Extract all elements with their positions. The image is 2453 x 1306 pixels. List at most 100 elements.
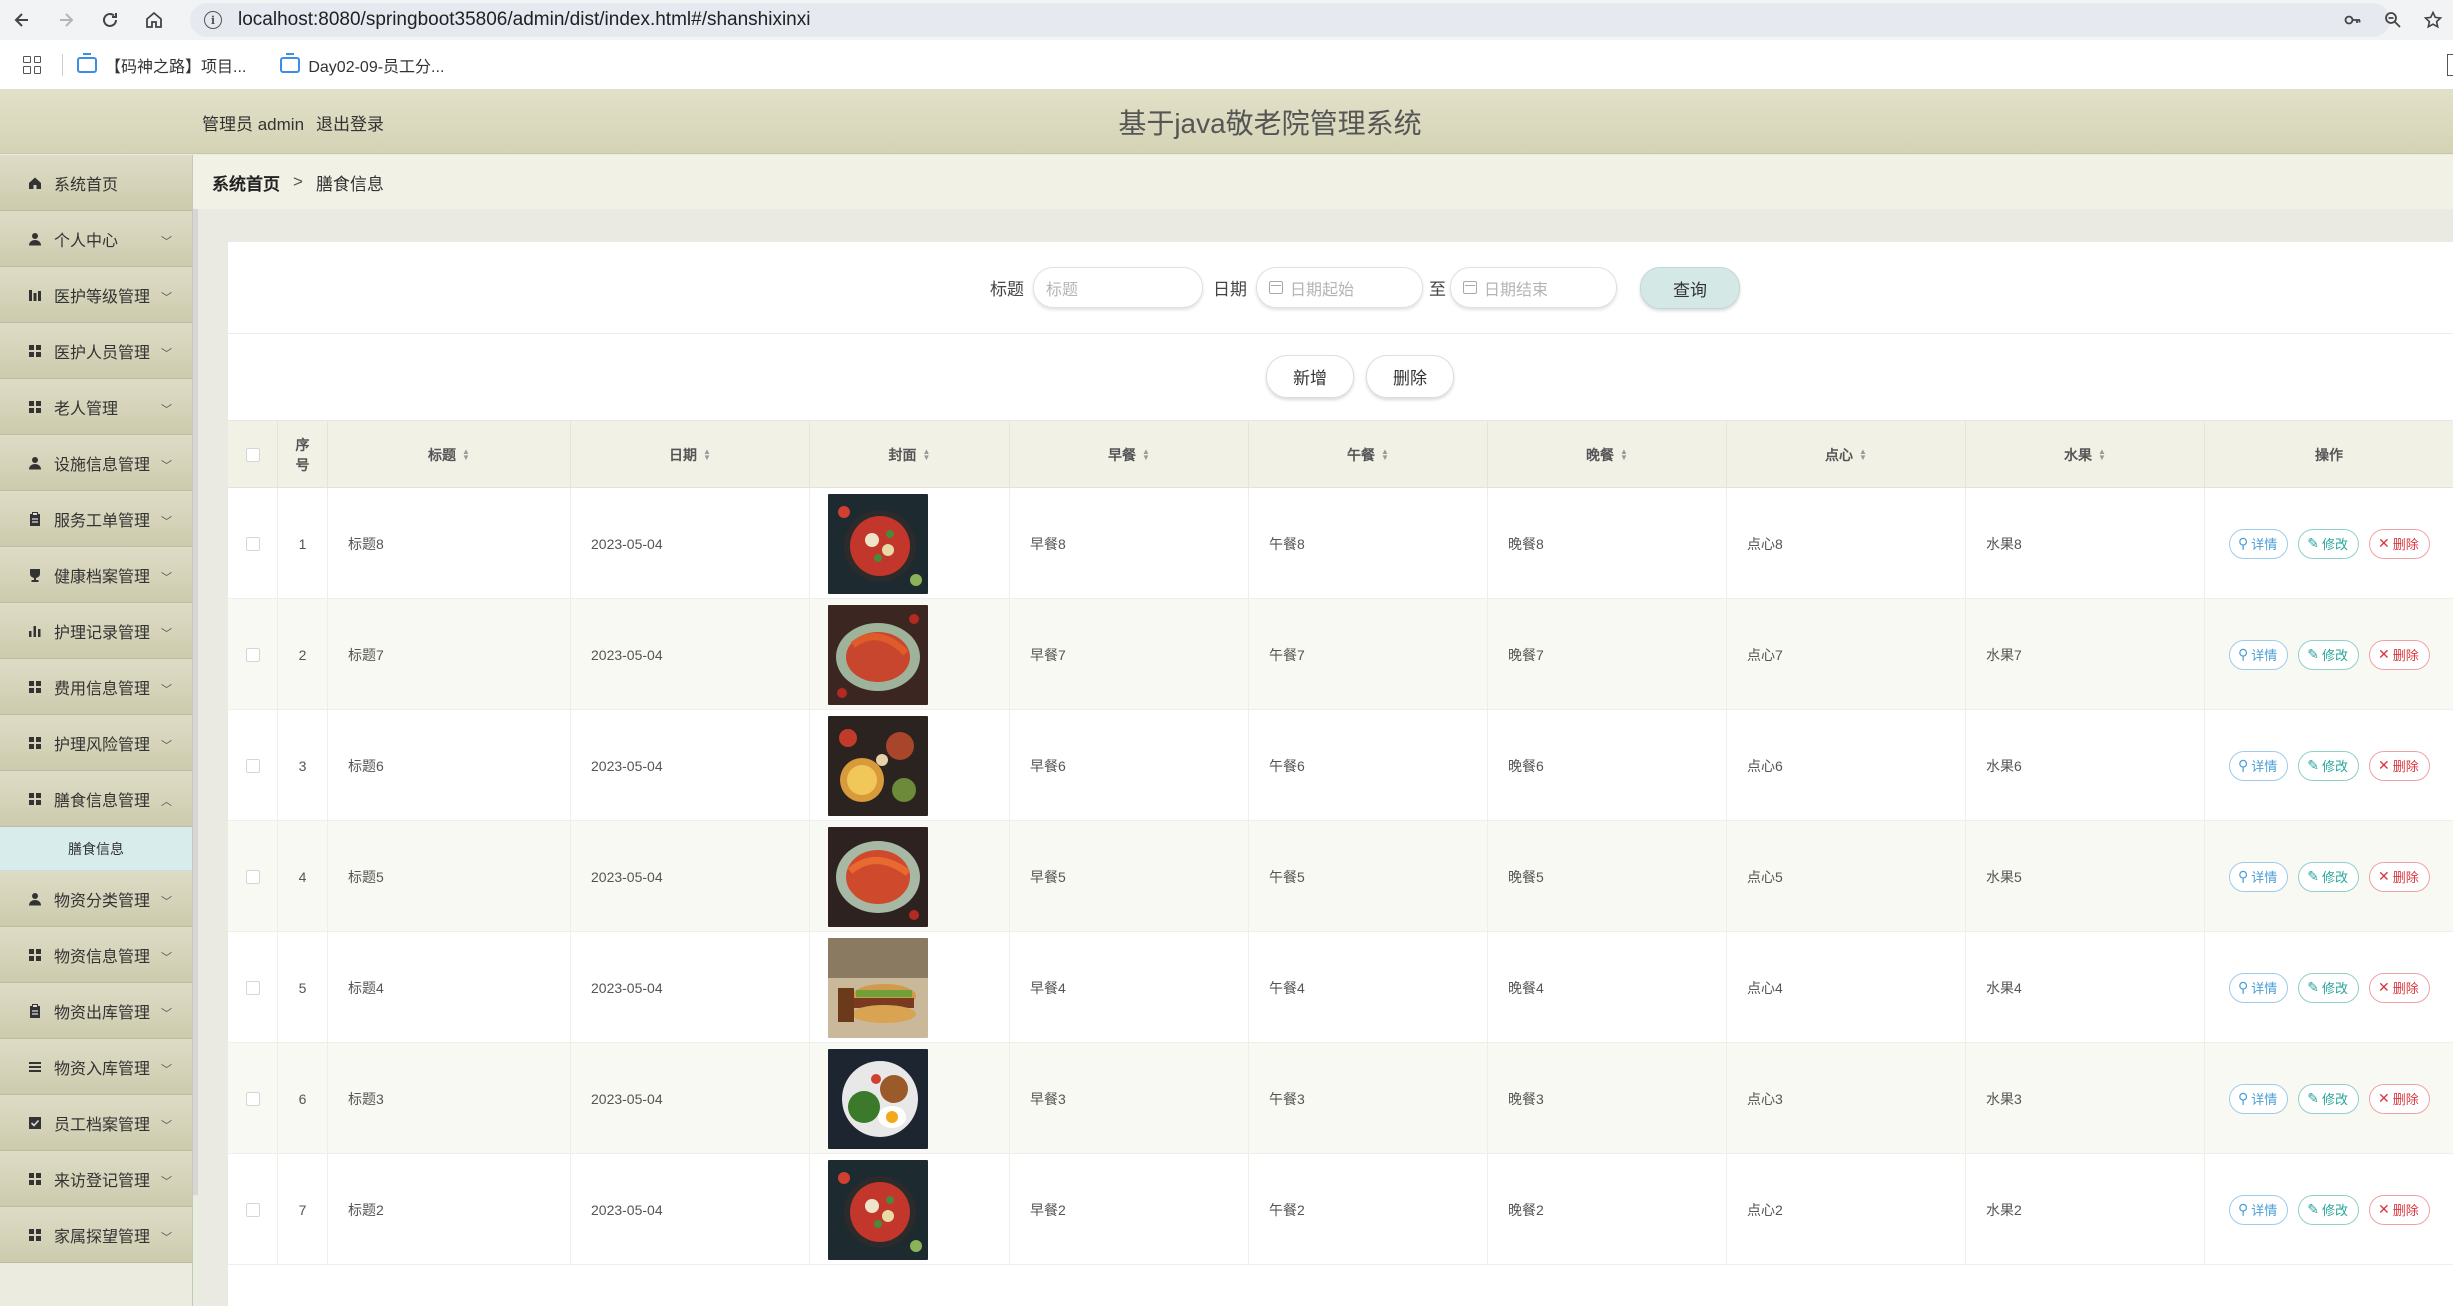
back-arrow-icon[interactable] — [0, 0, 44, 40]
col-ops-label: 操作 — [2315, 447, 2343, 463]
row-checkbox[interactable] — [245, 1091, 260, 1106]
sidebar-item[interactable]: 家属探望管理 ﹀ — [0, 1207, 192, 1263]
cover-image[interactable] — [828, 604, 928, 705]
delete-button[interactable]: ✕ 删除 — [2369, 1194, 2430, 1225]
zoom-icon[interactable] — [2373, 0, 2413, 40]
sidebar-subitem-meal-info[interactable]: 膳食信息 — [0, 827, 192, 871]
sidebar-item-label: 系统首页 — [54, 176, 119, 194]
detail-button[interactable]: ⚲ 详情 — [2229, 1083, 2289, 1114]
edit-button[interactable]: ✎ 修改 — [2298, 972, 2360, 1003]
delete-button[interactable]: ✕ 删除 — [2369, 1083, 2430, 1114]
lunch-cell: 午餐6 — [1249, 710, 1488, 821]
breadcrumb-home[interactable]: 系统首页 — [212, 170, 280, 195]
col-date[interactable]: 日期 ▲ ▼ — [571, 421, 810, 489]
delete-selected-button[interactable]: 删除 — [1366, 355, 1454, 398]
delete-button[interactable]: ✕ 删除 — [2369, 861, 2430, 892]
sidebar-item[interactable]: 护理记录管理 ﹀ — [0, 603, 192, 659]
apps-grid-icon[interactable] — [18, 51, 46, 79]
lunch-cell: 午餐4 — [1249, 932, 1488, 1043]
delete-button[interactable]: ✕ 删除 — [2369, 639, 2430, 670]
bookmark-item[interactable]: Day02-09-员工分... — [280, 52, 444, 77]
edit-button[interactable]: ✎ 修改 — [2298, 861, 2360, 892]
sort-icon[interactable]: ▲ ▼ — [1142, 448, 1150, 462]
sidebar-item[interactable]: 健康档案管理 ﹀ — [0, 547, 192, 603]
cover-image[interactable] — [828, 1159, 928, 1260]
cover-image[interactable] — [828, 937, 928, 1038]
sort-icon[interactable]: ▲ ▼ — [1620, 448, 1628, 462]
select-all-checkbox[interactable] — [245, 448, 260, 462]
add-button[interactable]: 新增 — [1266, 355, 1354, 398]
date-start-input[interactable]: 日期起始 — [1256, 267, 1423, 308]
sidebar-item[interactable]: 物资分类管理 ﹀ — [0, 871, 192, 927]
detail-button[interactable]: ⚲ 详情 — [2229, 861, 2289, 892]
col-fruit[interactable]: 水果 ▲ ▼ — [1966, 421, 2205, 489]
sort-icon[interactable]: ▲ ▼ — [2098, 448, 2106, 462]
bookmark-item[interactable]: 【码神之路】项目... — [77, 52, 246, 77]
address-bar[interactable]: i localhost:8080/springboot35806/admin/d… — [190, 3, 2390, 37]
detail-button[interactable]: ⚲ 详情 — [2229, 750, 2289, 781]
sort-icon[interactable]: ▲ ▼ — [1859, 448, 1867, 462]
sidebar-item[interactable]: 物资信息管理 ﹀ — [0, 927, 192, 983]
sidebar-item[interactable]: 物资入库管理 ﹀ — [0, 1039, 192, 1095]
delete-button[interactable]: ✕ 删除 — [2369, 972, 2430, 1003]
date-end-input[interactable]: 日期结束 — [1450, 267, 1617, 308]
sidebar-item[interactable]: 医护等级管理 ﹀ — [0, 267, 192, 323]
query-button[interactable]: 查询 — [1640, 267, 1740, 309]
cover-image[interactable] — [828, 826, 928, 927]
sidebar-item[interactable]: 膳食信息管理 ︿ — [0, 771, 192, 827]
sidebar-item[interactable]: 系统首页 — [0, 155, 192, 211]
cup-icon — [28, 568, 42, 582]
cover-image[interactable] — [828, 715, 928, 816]
home-nav-icon[interactable] — [132, 0, 176, 40]
edit-button[interactable]: ✎ 修改 — [2298, 528, 2360, 559]
forward-arrow-icon[interactable] — [44, 0, 88, 40]
sidebar-item[interactable]: 物资出库管理 ﹀ — [0, 983, 192, 1039]
sidebar-item[interactable]: 个人中心 ﹀ — [0, 211, 192, 267]
sidebar-item[interactable]: 费用信息管理 ﹀ — [0, 659, 192, 715]
row-checkbox[interactable] — [245, 980, 260, 995]
col-cover[interactable]: 封面 ▲ ▼ — [810, 421, 1010, 489]
reload-icon[interactable] — [88, 0, 132, 40]
col-lunch[interactable]: 午餐 ▲ ▼ — [1249, 421, 1488, 489]
delete-button[interactable]: ✕ 删除 — [2369, 750, 2430, 781]
edit-button[interactable]: ✎ 修改 — [2298, 1083, 2360, 1114]
bookmarks-overflow-icon[interactable] — [2447, 54, 2453, 76]
sort-icon[interactable]: ▲ ▼ — [703, 448, 711, 462]
detail-label: 详情 — [2251, 981, 2278, 996]
sidebar-item[interactable]: 设施信息管理 ﹀ — [0, 435, 192, 491]
row-checkbox[interactable] — [245, 869, 260, 884]
edit-button[interactable]: ✎ 修改 — [2298, 750, 2360, 781]
sidebar-item[interactable]: 护理风险管理 ﹀ — [0, 715, 192, 771]
col-breakfast[interactable]: 早餐 ▲ ▼ — [1010, 421, 1249, 489]
edit-button[interactable]: ✎ 修改 — [2298, 639, 2360, 670]
sort-icon[interactable]: ▲ ▼ — [923, 448, 931, 462]
col-snack[interactable]: 点心 ▲ ▼ — [1727, 421, 1966, 489]
detail-button[interactable]: ⚲ 详情 — [2229, 972, 2289, 1003]
star-icon[interactable] — [2413, 0, 2453, 40]
detail-button[interactable]: ⚲ 详情 — [2229, 639, 2289, 670]
edit-label: 修改 — [2322, 759, 2349, 774]
sidebar-item-label: 家属探望管理 — [54, 1228, 151, 1246]
sidebar-item[interactable]: 老人管理 ﹀ — [0, 379, 192, 435]
sidebar-item[interactable]: 医护人员管理 ﹀ — [0, 323, 192, 379]
title-search-input[interactable]: 标题 — [1033, 267, 1203, 308]
row-checkbox[interactable] — [245, 536, 260, 551]
sort-icon[interactable]: ▲ ▼ — [462, 448, 470, 462]
cover-image[interactable] — [828, 1048, 928, 1149]
row-checkbox[interactable] — [245, 1202, 260, 1217]
cover-image[interactable] — [828, 493, 928, 594]
detail-button[interactable]: ⚲ 详情 — [2229, 1194, 2289, 1225]
col-title[interactable]: 标题 ▲ ▼ — [328, 421, 571, 489]
col-dinner[interactable]: 晚餐 ▲ ▼ — [1488, 421, 1727, 489]
key-icon[interactable] — [2333, 0, 2373, 40]
site-info-icon[interactable]: i — [204, 11, 222, 29]
delete-button[interactable]: ✕ 删除 — [2369, 528, 2430, 559]
sidebar-item[interactable]: 员工档案管理 ﹀ — [0, 1095, 192, 1151]
edit-button[interactable]: ✎ 修改 — [2298, 1194, 2360, 1225]
sidebar-item[interactable]: 服务工单管理 ﹀ — [0, 491, 192, 547]
row-checkbox[interactable] — [245, 758, 260, 773]
detail-button[interactable]: ⚲ 详情 — [2229, 528, 2289, 559]
sidebar-item[interactable]: 来访登记管理 ﹀ — [0, 1151, 192, 1207]
sort-icon[interactable]: ▲ ▼ — [1381, 448, 1389, 462]
row-checkbox[interactable] — [245, 647, 260, 662]
